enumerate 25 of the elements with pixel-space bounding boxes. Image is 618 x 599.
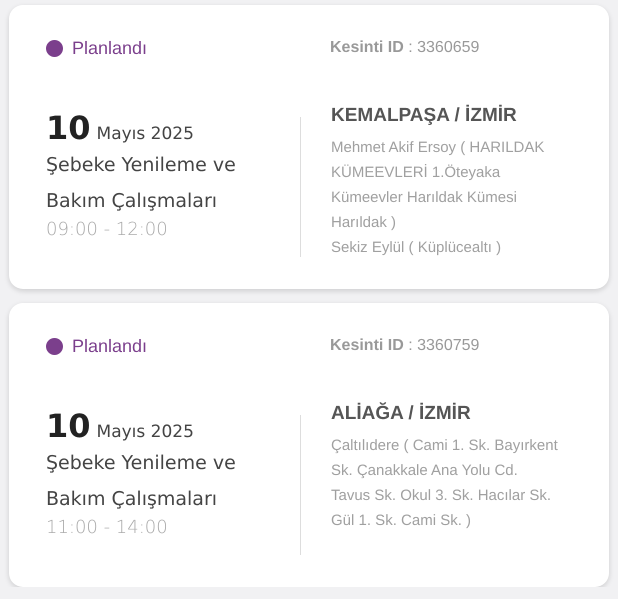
address-line: Mehmet Akif Ersoy ( HARILDAK [331,138,546,158]
outage-id: Kesinti ID : 3360759 [329,336,480,356]
status-dot [46,338,63,354]
status-label: Planlandı [72,336,148,356]
address-line: Gül 1. Sk. Cami Sk. ) [331,511,472,531]
status-dot [46,40,63,56]
work-title: Şebeke Yenileme ve Bakım Çalışmaları [46,451,237,512]
address-line: Sk. Çanakkale Ana Yolu Cd. [331,461,519,481]
date-month-year: Mayıs 2025 [96,422,194,442]
date-day: 10 [46,407,91,445]
outage-id: Kesinti ID : 3360659 [329,38,480,58]
address-line: Harıldak ) [331,213,398,233]
location-label: KEMALPAŞA / İZMİR [331,105,518,127]
address-line: Çaltılıdere ( Cami 1. Sk. Bayırkent [331,436,559,456]
time-range: 11:00 - 14:00 [46,517,169,538]
date-day: 10 [46,109,91,147]
address-line: Kümeevler Harıldak Kümesi [331,188,518,208]
time-range: 09:00 - 12:00 [46,219,169,240]
date-month-year: Mayıs 2025 [96,124,194,144]
address-line: Sekiz Eylül ( Küplücealtı ) [331,238,502,258]
work-title: Şebeke Yenileme ve Bakım Çalışmaları [46,153,237,214]
address-line: KÜMEEVLERİ 1.Öteyaka [331,163,502,183]
location-label: ALİAĞA / İZMİR [331,403,472,425]
address-line: Tavus Sk. Okul 3. Sk. Hacılar Sk. [331,486,552,506]
status-label: Planlandı [72,38,148,58]
